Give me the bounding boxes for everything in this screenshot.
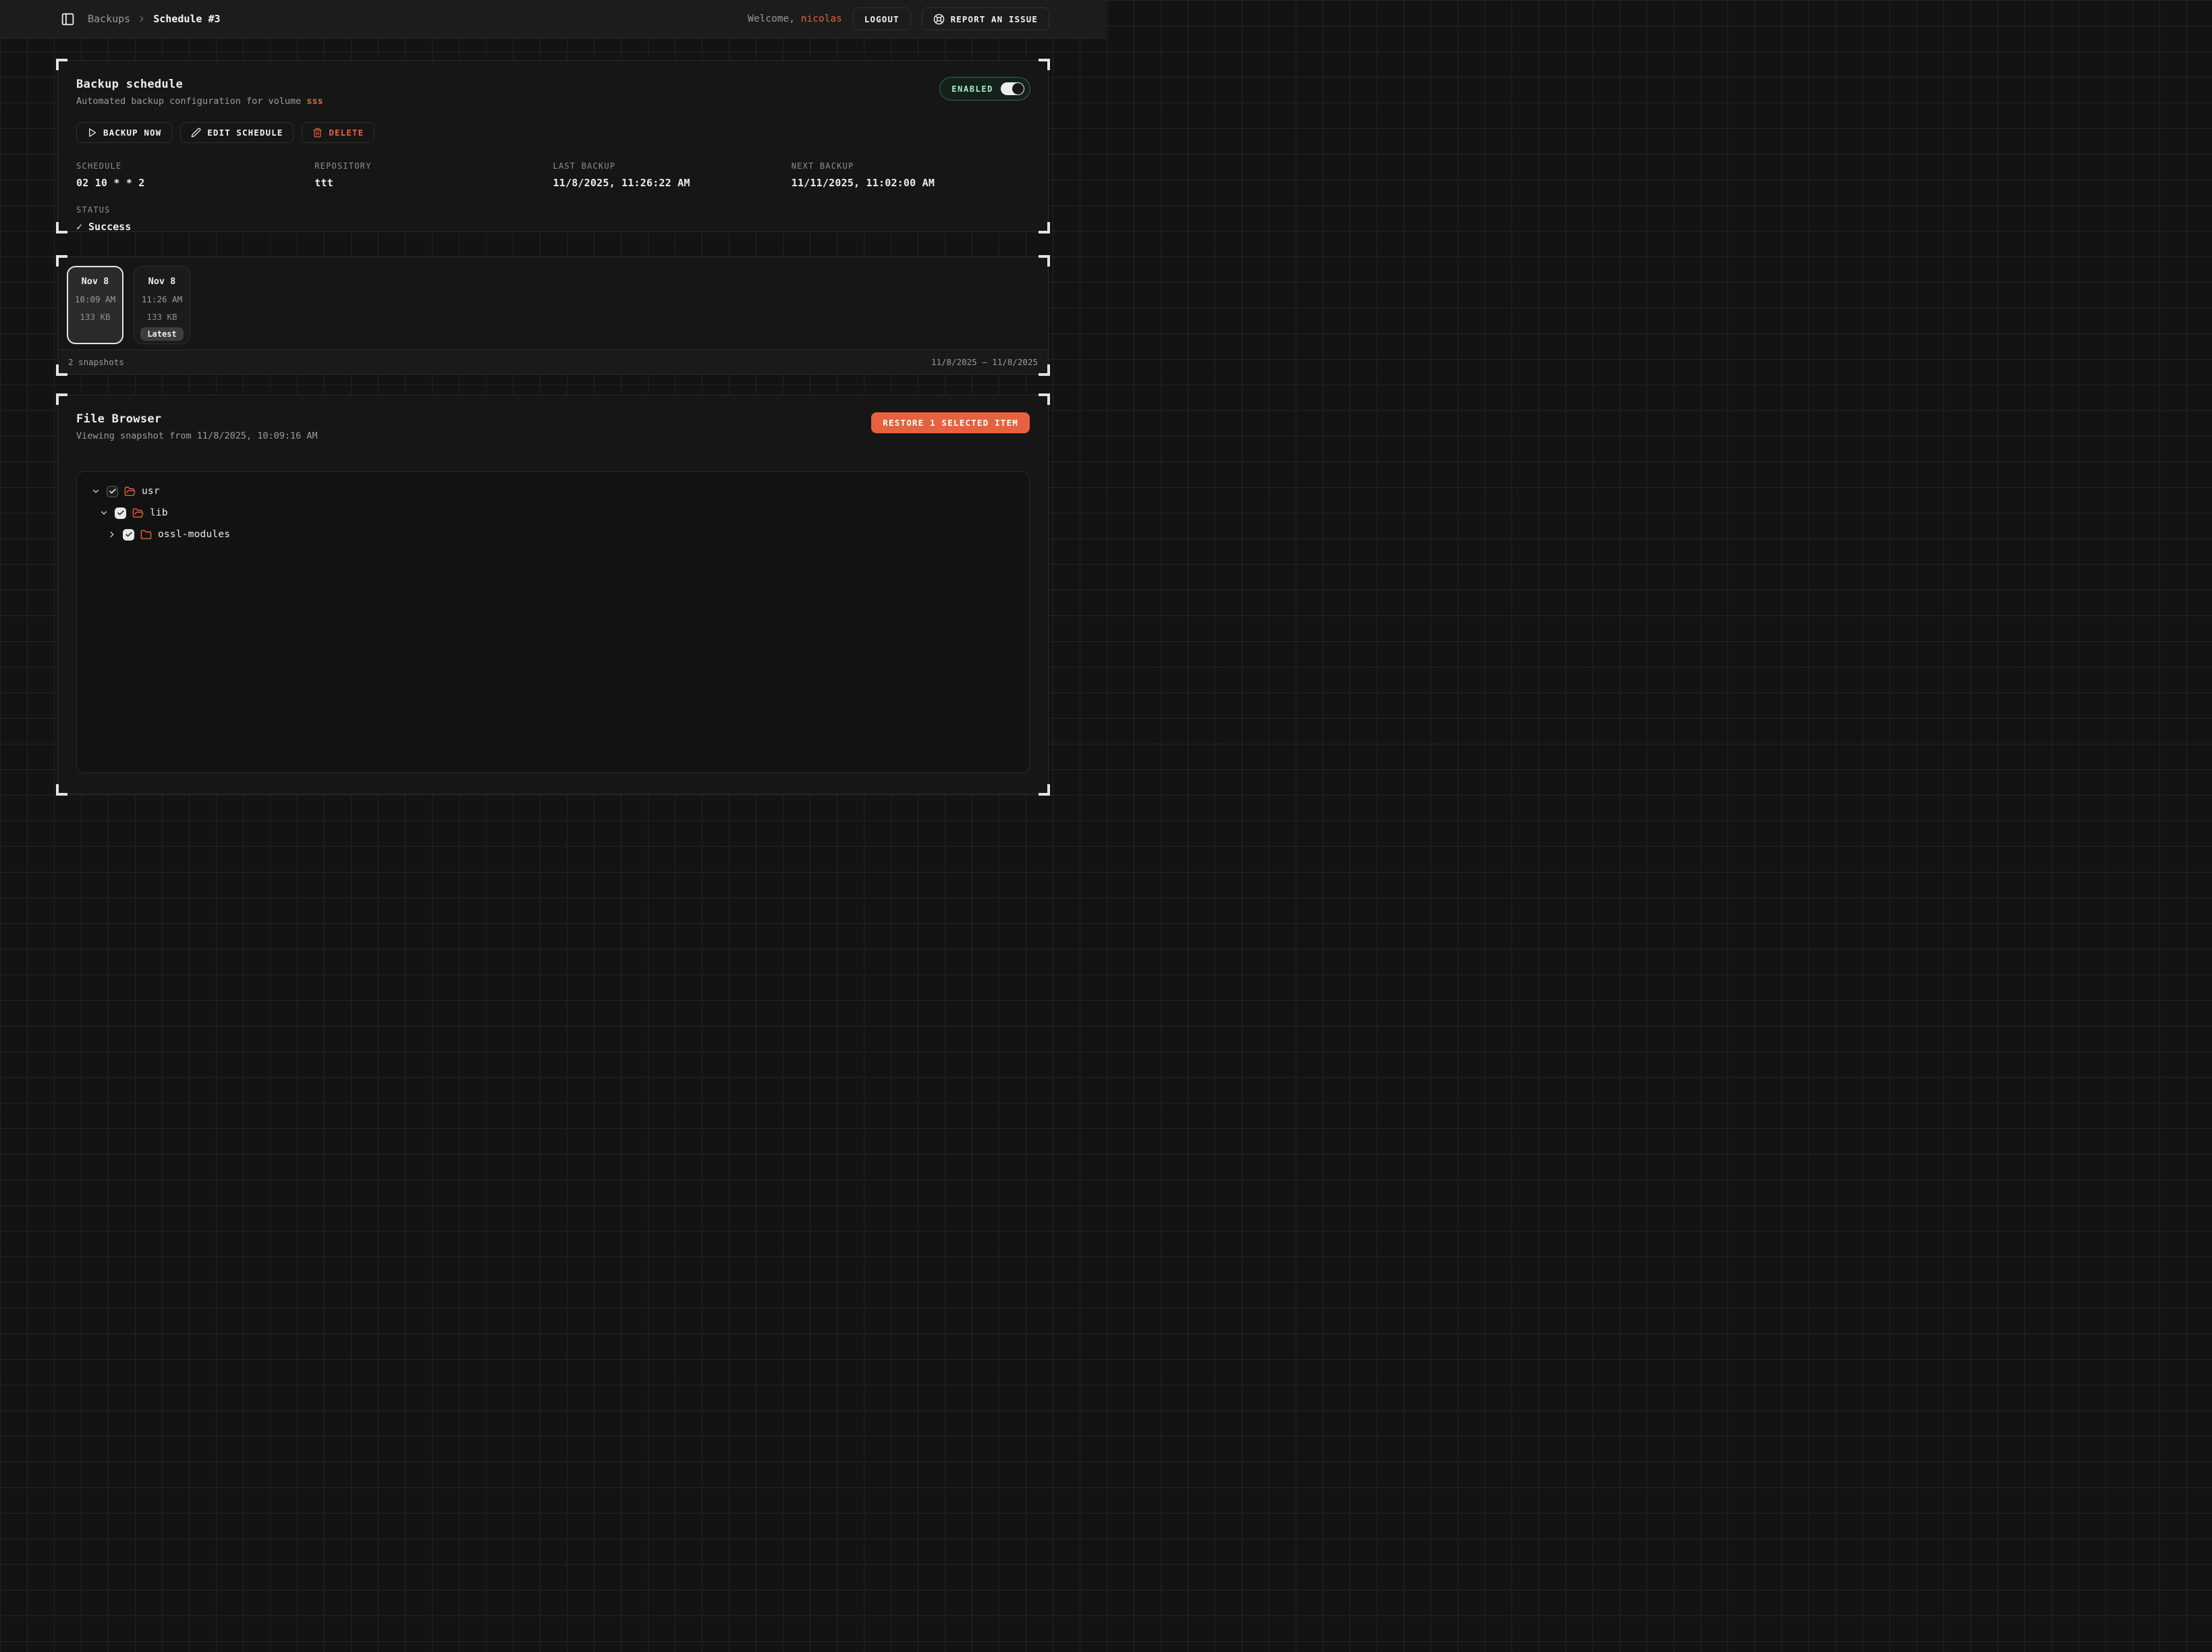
field-schedule: SCHEDULE 02 10 * * 2: [76, 161, 314, 189]
snapshot-date-range: 11/8/2025 – 11/8/2025: [931, 357, 1038, 367]
corner-bracket: [56, 255, 67, 267]
corner-bracket: [1039, 255, 1050, 267]
snapshot-size: 133 KB: [68, 312, 122, 322]
corner-bracket: [56, 222, 67, 233]
tree-item-label: ossl-modules: [158, 529, 230, 540]
field-label: NEXT BACKUP: [792, 161, 1030, 171]
snapshots-footer: 2 snapshots 11/8/2025 – 11/8/2025: [58, 350, 1048, 374]
tree-item-ossl-modules[interactable]: ossl-modules: [86, 524, 1020, 545]
username-text: nicolas: [801, 13, 842, 24]
toggle-knob: [1012, 83, 1024, 94]
field-value: ttt: [314, 177, 553, 189]
chevron-down-icon[interactable]: [91, 487, 101, 496]
field-value: 02 10 * * 2: [76, 177, 314, 189]
chevron-right-icon: [137, 14, 146, 24]
corner-bracket: [56, 364, 67, 376]
folder-open-icon: [124, 486, 136, 497]
top-bar: Backups Schedule #3 Welcome, nicolas LOG…: [0, 0, 1106, 38]
chevron-down-icon[interactable]: [99, 508, 109, 518]
latest-badge: Latest: [140, 327, 183, 341]
field-repository: REPOSITORY ttt: [314, 161, 553, 189]
snapshots-card: Nov 8 10:09 AM 133 KB Nov 8 11:26 AM 133…: [57, 256, 1049, 375]
folder-icon: [140, 529, 152, 541]
field-label: STATUS: [76, 205, 1030, 215]
file-browser-card: File Browser Viewing snapshot from 11/8/…: [57, 395, 1049, 794]
enabled-toggle[interactable]: ENABLED: [939, 77, 1030, 101]
main-content: Backup schedule Automated backup configu…: [0, 60, 1106, 794]
schedule-card-subtitle: Automated backup configuration for volum…: [76, 96, 1030, 107]
welcome-text: Welcome, nicolas: [748, 13, 842, 24]
corner-bracket: [56, 393, 67, 405]
snapshot-tile-selected[interactable]: Nov 8 10:09 AM 133 KB: [67, 266, 123, 344]
sidebar-toggle-button[interactable]: [59, 11, 76, 27]
tree-item-label: usr: [142, 486, 160, 497]
breadcrumb-current: Schedule #3: [153, 13, 220, 25]
pencil-icon: [191, 128, 201, 138]
enabled-label: ENABLED: [951, 84, 993, 94]
backup-now-button[interactable]: BACKUP NOW: [76, 122, 172, 143]
toggle-switch[interactable]: [1001, 82, 1024, 95]
schedule-card-title: Backup schedule: [76, 78, 1030, 91]
snapshot-count: 2 snapshots: [68, 357, 124, 367]
corner-bracket: [1039, 784, 1050, 796]
corner-bracket: [1039, 393, 1050, 405]
snapshot-date: Nov 8: [134, 276, 190, 287]
field-value: 11/8/2025, 11:26:22 AM: [553, 177, 792, 189]
play-icon: [87, 128, 97, 138]
report-issue-button[interactable]: REPORT AN ISSUE: [922, 7, 1049, 30]
file-browser-subtitle: Viewing snapshot from 11/8/2025, 10:09:1…: [76, 431, 318, 441]
edit-schedule-button[interactable]: EDIT SCHEDULE: [180, 122, 294, 143]
tree-item-usr[interactable]: usr: [86, 480, 1020, 502]
trash-icon: [312, 128, 323, 138]
panel-left-icon: [61, 12, 75, 26]
snapshot-time: 10:09 AM: [68, 294, 122, 304]
snapshot-date: Nov 8: [68, 276, 122, 287]
tree-item-label: lib: [150, 507, 168, 518]
life-buoy-icon: [933, 13, 945, 25]
file-tree-panel: usr lib: [76, 471, 1030, 773]
corner-bracket: [1039, 364, 1050, 376]
field-next-backup: NEXT BACKUP 11/11/2025, 11:02:00 AM: [792, 161, 1030, 189]
snapshot-size: 133 KB: [134, 312, 190, 322]
snapshot-tile-latest[interactable]: Nov 8 11:26 AM 133 KB Latest: [134, 266, 190, 344]
folder-open-icon: [132, 507, 144, 519]
restore-selected-button[interactable]: RESTORE 1 SELECTED ITEM: [871, 412, 1030, 433]
field-label: REPOSITORY: [314, 161, 553, 171]
field-label: LAST BACKUP: [553, 161, 792, 171]
check-icon: ✓: [76, 221, 82, 233]
corner-bracket: [56, 784, 67, 796]
field-last-backup: LAST BACKUP 11/8/2025, 11:26:22 AM: [553, 161, 792, 189]
backup-schedule-card: Backup schedule Automated backup configu…: [57, 60, 1049, 232]
breadcrumb: Backups Schedule #3: [88, 13, 221, 25]
snapshot-time: 11:26 AM: [134, 294, 190, 304]
corner-bracket: [56, 59, 67, 70]
corner-bracket: [1039, 59, 1050, 70]
field-status: STATUS ✓ Success: [76, 205, 1030, 233]
checkbox-lib[interactable]: [115, 507, 126, 519]
field-label: SCHEDULE: [76, 161, 314, 171]
volume-name: sss: [306, 96, 323, 107]
delete-button[interactable]: DELETE: [302, 122, 375, 143]
corner-bracket: [1039, 222, 1050, 233]
logout-button[interactable]: LOGOUT: [853, 7, 911, 30]
file-browser-title: File Browser: [76, 412, 318, 426]
chevron-right-icon[interactable]: [107, 530, 117, 539]
checkbox-ossl-modules[interactable]: [123, 529, 134, 541]
breadcrumb-backups[interactable]: Backups: [88, 13, 130, 25]
checkbox-usr[interactable]: [107, 486, 118, 497]
tree-item-lib[interactable]: lib: [86, 502, 1020, 524]
field-value: 11/11/2025, 11:02:00 AM: [792, 177, 1030, 189]
status-value: ✓ Success: [76, 221, 1030, 233]
